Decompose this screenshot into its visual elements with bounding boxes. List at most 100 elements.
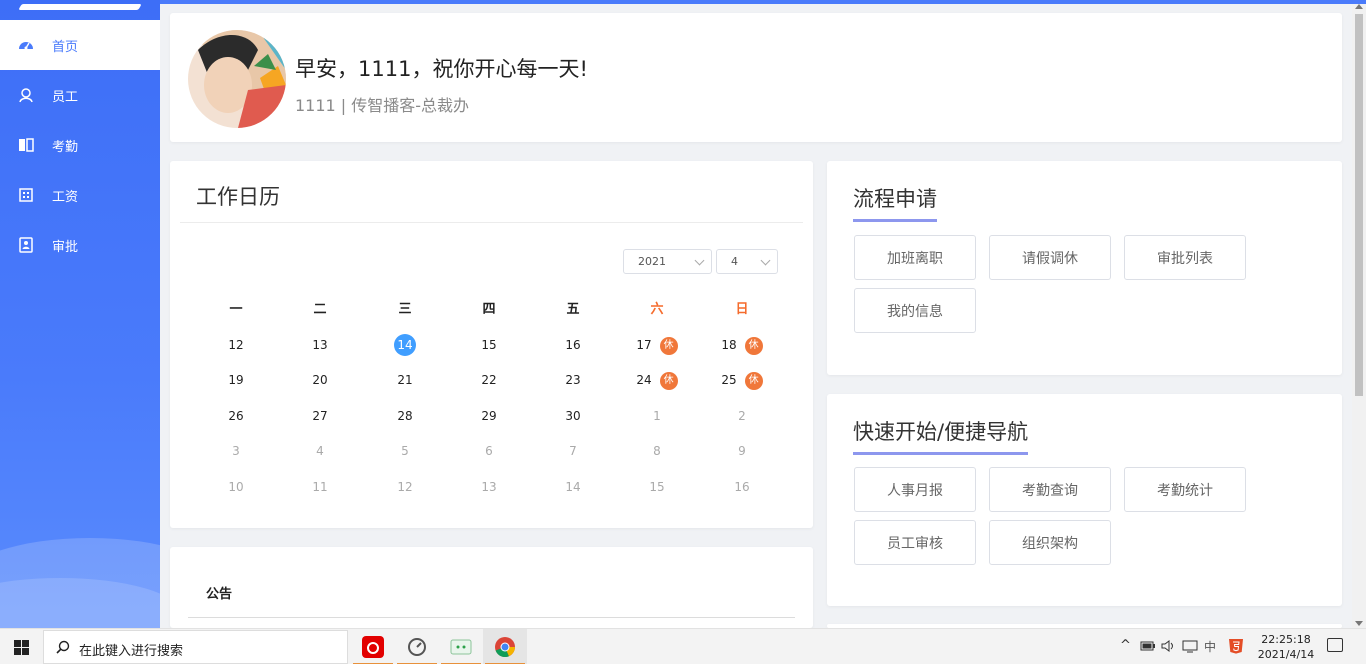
hr-monthly-report-button[interactable]: 人事月报 bbox=[854, 467, 976, 512]
calendar-day[interactable]: 25 休 bbox=[700, 369, 784, 391]
calendar-day[interactable]: 3 bbox=[194, 440, 278, 462]
calendar-day[interactable]: 9 bbox=[700, 440, 784, 462]
day-number: 23 bbox=[565, 373, 581, 387]
sidebar-item-label: 审批 bbox=[52, 239, 79, 255]
calendar-day[interactable]: 12 bbox=[363, 476, 447, 498]
speaker-icon[interactable] bbox=[1161, 640, 1177, 652]
org-structure-button[interactable]: 组织架构 bbox=[989, 520, 1111, 565]
rest-day-badge: 休 bbox=[744, 336, 763, 355]
calendar-day[interactable]: 12 bbox=[194, 334, 278, 356]
calendar-day[interactable]: 14 bbox=[363, 334, 447, 356]
sidebar-item-label: 首页 bbox=[52, 39, 79, 55]
sidebar-item-label: 考勤 bbox=[52, 139, 79, 155]
approval-list-button[interactable]: 审批列表 bbox=[1124, 235, 1246, 280]
system-clock[interactable]: 22:25:18 2021/4/14 bbox=[1256, 632, 1316, 662]
calendar-day[interactable]: 29 bbox=[447, 405, 531, 427]
my-info-button[interactable]: 我的信息 bbox=[854, 288, 976, 333]
day-number: 28 bbox=[397, 409, 413, 423]
battery-icon[interactable] bbox=[1140, 641, 1156, 651]
day-number: 22 bbox=[481, 373, 497, 387]
sidebar: 首页 员工 考勤 工资 审批 bbox=[0, 0, 160, 628]
chevron-up-icon[interactable]: ^ bbox=[1120, 638, 1131, 653]
calendar-day[interactable]: 23 bbox=[531, 369, 615, 391]
calendar-day[interactable]: 26 bbox=[194, 405, 278, 427]
day-number: 14 bbox=[394, 334, 416, 356]
rest-day-badge: 休 bbox=[744, 371, 763, 390]
calendar-day[interactable]: 16 bbox=[700, 476, 784, 498]
taskbar-app-wechat-devtools[interactable] bbox=[439, 629, 483, 664]
user-icon bbox=[18, 87, 34, 103]
overtime-resign-button[interactable]: 加班离职 bbox=[854, 235, 976, 280]
calendar-day[interactable]: 13 bbox=[278, 334, 362, 356]
scroll-down-icon[interactable] bbox=[1355, 621, 1363, 626]
year-value: 2021 bbox=[638, 255, 666, 268]
day-number: 16 bbox=[734, 480, 750, 494]
day-number: 27 bbox=[312, 409, 328, 423]
scroll-up-icon[interactable] bbox=[1355, 4, 1363, 9]
sidebar-item-employee[interactable]: 员工 bbox=[0, 70, 160, 120]
month-select[interactable]: 4 bbox=[716, 249, 778, 274]
user-department: 1111 | 传智播客-总裁办 bbox=[295, 96, 470, 115]
calendar-day[interactable]: 20 bbox=[278, 369, 362, 391]
calendar-day[interactable]: 21 bbox=[363, 369, 447, 391]
calendar-day[interactable]: 11 bbox=[278, 476, 362, 498]
calendar-day[interactable]: 4 bbox=[278, 440, 362, 462]
leave-button[interactable]: 请假调休 bbox=[989, 235, 1111, 280]
quick-nav-card: 快速开始/便捷导航 人事月报 考勤查询 考勤统计 员工审核 组织架构 bbox=[827, 394, 1342, 606]
calendar-day[interactable]: 6 bbox=[447, 440, 531, 462]
day-number: 3 bbox=[232, 444, 240, 458]
top-accent-bar bbox=[160, 0, 1366, 4]
taskbar-app-chrome[interactable] bbox=[483, 629, 527, 664]
calendar-day[interactable]: 15 bbox=[447, 334, 531, 356]
page-scrollbar[interactable] bbox=[1352, 4, 1366, 628]
calendar-day[interactable]: 8 bbox=[615, 440, 699, 462]
attendance-stats-button[interactable]: 考勤统计 bbox=[1124, 467, 1246, 512]
calendar-day[interactable]: 30 bbox=[531, 405, 615, 427]
employee-review-button[interactable]: 员工审核 bbox=[854, 520, 976, 565]
attendance-query-button[interactable]: 考勤查询 bbox=[989, 467, 1111, 512]
year-select[interactable]: 2021 bbox=[623, 249, 712, 274]
calendar-day[interactable]: 22 bbox=[447, 369, 531, 391]
calendar-day[interactable]: 13 bbox=[447, 476, 531, 498]
network-icon[interactable] bbox=[1182, 640, 1198, 653]
chrome-icon bbox=[495, 637, 516, 658]
book-icon bbox=[18, 137, 34, 153]
day-number: 14 bbox=[565, 480, 581, 494]
sidebar-item-home[interactable]: 首页 bbox=[0, 20, 160, 70]
rest-day-badge: 休 bbox=[659, 336, 678, 355]
calendar-day[interactable]: 18 休 bbox=[700, 334, 784, 356]
calendar-day[interactable]: 19 bbox=[194, 369, 278, 391]
sidebar-item-attendance[interactable]: 考勤 bbox=[0, 120, 160, 170]
notification-icon[interactable] bbox=[1327, 638, 1343, 652]
taskbar-app-netease-music[interactable] bbox=[351, 629, 395, 664]
calendar-day[interactable]: 2 bbox=[700, 405, 784, 427]
calendar-day[interactable]: 17 休 bbox=[615, 334, 699, 356]
taskbar-search[interactable]: 在此键入进行搜索 bbox=[43, 630, 348, 664]
weekday-header: 四 bbox=[482, 302, 496, 317]
html5-icon[interactable] bbox=[1228, 638, 1244, 654]
taskbar-app-speedometer[interactable] bbox=[395, 629, 439, 664]
windows-start-icon[interactable] bbox=[14, 640, 29, 655]
day-number: 19 bbox=[228, 373, 244, 387]
calendar-day[interactable]: 10 bbox=[194, 476, 278, 498]
sidebar-decoration bbox=[0, 578, 160, 628]
day-number: 9 bbox=[738, 444, 746, 458]
sidebar-item-salary[interactable]: 工资 bbox=[0, 170, 160, 220]
calendar-day[interactable]: 24 休 bbox=[615, 369, 699, 391]
calendar-day[interactable]: 15 bbox=[615, 476, 699, 498]
calendar-day[interactable]: 16 bbox=[531, 334, 615, 356]
day-number: 13 bbox=[312, 338, 328, 352]
calendar-day[interactable]: 7 bbox=[531, 440, 615, 462]
calendar-day[interactable]: 28 bbox=[363, 405, 447, 427]
calendar-day[interactable]: 5 bbox=[363, 440, 447, 462]
calendar-day[interactable]: 27 bbox=[278, 405, 362, 427]
day-number: 17 bbox=[636, 338, 652, 352]
rest-day-badge: 休 bbox=[659, 371, 678, 390]
section-title: 快速开始/便捷导航 bbox=[853, 416, 1029, 455]
sidebar-item-approval[interactable]: 审批 bbox=[0, 220, 160, 270]
ime-indicator[interactable]: 中 bbox=[1204, 638, 1216, 655]
calendar-day[interactable]: 1 bbox=[615, 405, 699, 427]
calendar-day[interactable]: 14 bbox=[531, 476, 615, 498]
scrollbar-thumb[interactable] bbox=[1355, 14, 1363, 396]
day-number: 20 bbox=[312, 373, 328, 387]
